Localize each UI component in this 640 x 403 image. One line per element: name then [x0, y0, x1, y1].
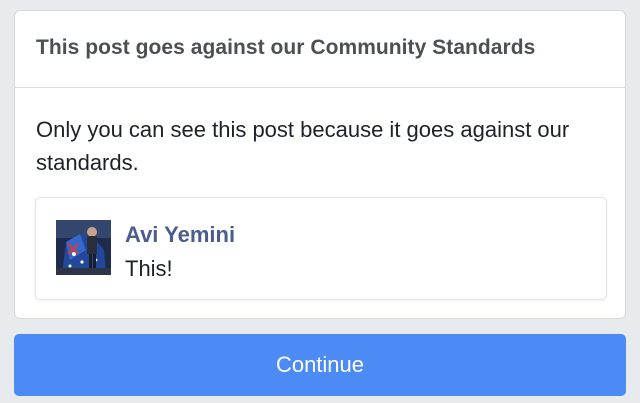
post-preview: Avi Yemini This!: [35, 197, 607, 300]
community-standards-dialog: This post goes against our Community Sta…: [14, 10, 626, 319]
profile-photo-icon: [56, 220, 111, 275]
post-author-name[interactable]: Avi Yemini: [125, 222, 235, 248]
avatar: [56, 220, 111, 275]
post-text: This!: [125, 256, 173, 281]
dialog-header: This post goes against our Community Sta…: [15, 11, 625, 88]
dialog-message: Only you can see this post because it go…: [36, 117, 570, 175]
continue-button[interactable]: Continue: [14, 334, 626, 396]
dialog-body: Only you can see this post because it go…: [15, 88, 625, 179]
dialog-title: This post goes against our Community Sta…: [36, 36, 536, 59]
